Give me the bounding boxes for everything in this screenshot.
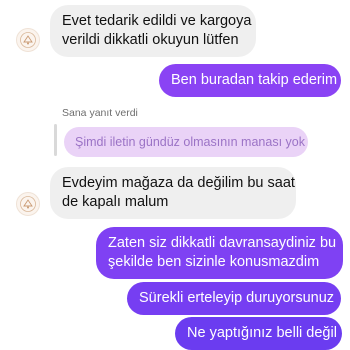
outgoing-message[interactable]: Ne yaptığınız belli değil <box>175 317 342 350</box>
quoted-message[interactable]: Şimdi iletin gündüz olmasının manası yok <box>64 127 308 157</box>
contact-avatar[interactable] <box>16 28 40 52</box>
message-line: Ben buradan takip ederim <box>171 72 338 88</box>
reply-bar <box>54 124 57 156</box>
message-line: şekilde ben sizinle konusmazdim <box>108 254 320 270</box>
message-line: Evet tedarik edildi ve kargoya <box>62 13 252 29</box>
incoming-message[interactable]: Evet tedarik edildi ve kargoya verildi d… <box>50 5 256 57</box>
message-line: Evdeyim mağaza da değilim bu saat <box>62 175 295 191</box>
chat-thread: Evet tedarik edildi ve kargoya verildi d… <box>0 0 350 350</box>
message-line: de kapalı malum <box>62 194 169 210</box>
outgoing-message[interactable]: Zaten siz dikkatli davransaydiniz bu şek… <box>96 227 343 279</box>
message-line: Sürekli erteleyip duruyorsunuz <box>139 290 335 306</box>
message-line: verildi dikkatli okuyun lütfen <box>62 32 239 48</box>
store-logo-icon <box>20 32 36 48</box>
outgoing-message[interactable]: Ben buradan takip ederim <box>159 64 341 97</box>
store-logo-icon <box>20 196 36 212</box>
contact-avatar[interactable] <box>16 192 40 216</box>
outgoing-message[interactable]: Sürekli erteleyip duruyorsunuz <box>127 282 341 315</box>
reply-label: Sana yanıt verdi <box>62 107 138 119</box>
message-line: Ne yaptığınız belli değil <box>187 325 337 341</box>
incoming-message[interactable]: Evdeyim mağaza da değilim bu saat de kap… <box>50 167 296 219</box>
message-line: Zaten siz dikkatli davransaydiniz bu <box>108 235 337 251</box>
